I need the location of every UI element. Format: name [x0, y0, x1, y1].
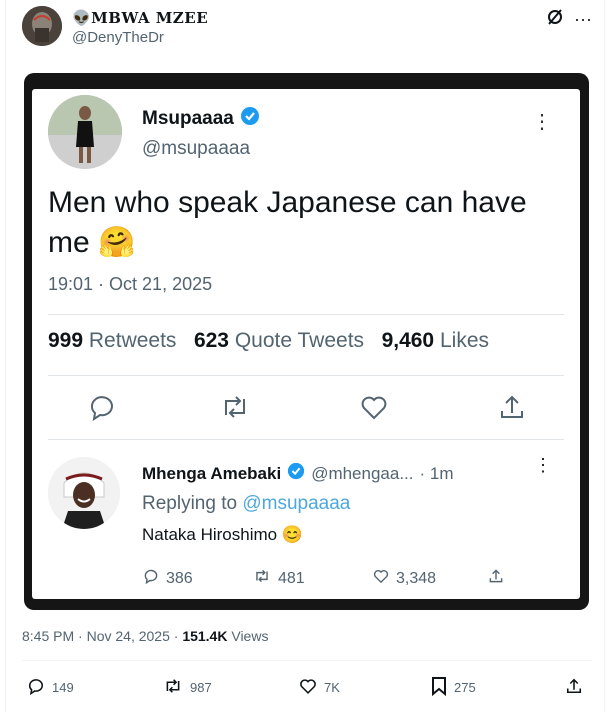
verified-icon: [240, 106, 260, 132]
reply-replies-count: 386: [166, 569, 193, 587]
like-icon: [358, 391, 390, 428]
replying-to: Replying to @msupaaaa: [142, 493, 350, 515]
reply-time: · 1m: [419, 463, 454, 483]
reply-text: Nataka Hiroshimo 😊: [142, 525, 303, 544]
reply-handle: @mhengaa...: [311, 463, 414, 483]
post-actions: 149 987 7K 275: [22, 676, 592, 700]
reply-likes-count: 3,348: [396, 569, 437, 587]
reply-actions: 386 481 3,348: [142, 567, 522, 589]
grok-icon[interactable]: [546, 8, 564, 31]
retweets-label: Retweets: [88, 329, 177, 352]
share-icon: [496, 391, 528, 428]
quoted-name: Msupaaaa: [142, 108, 234, 129]
author-handle[interactable]: @DenyTheDr: [72, 29, 164, 46]
divider: [48, 439, 564, 440]
share-button[interactable]: [564, 676, 584, 699]
quoted-actions: [48, 391, 564, 427]
more-icon: ⋮: [534, 455, 552, 475]
more-icon[interactable]: ···: [574, 9, 592, 30]
quoted-stats: 999 Retweets 623 Quote Tweets 9,460 Like…: [48, 329, 489, 353]
bookmark-icon: [430, 676, 448, 699]
retweets-count: 999: [48, 329, 84, 352]
likes-count: 9,460: [381, 329, 435, 352]
quoted-timestamp: 19:01 · Oct 21, 2025: [48, 274, 213, 294]
reply-button[interactable]: 149: [26, 676, 74, 699]
views-label: Views: [227, 628, 269, 644]
post-header: 👽MBWA MZEE @DenyTheDr ···: [22, 6, 592, 50]
share-icon: [487, 567, 505, 585]
divider: [48, 375, 564, 376]
like-count: 7K: [324, 680, 340, 695]
post-meta: 8:45 PM · Nov 24, 2025 · 151.4K Views: [22, 628, 268, 644]
reply-name: Mhenga Amebaki: [142, 463, 282, 483]
reply-likes: 3,348: [372, 567, 436, 590]
reply-retweets: 481: [252, 567, 305, 590]
replying-prefix: Replying to: [142, 493, 243, 514]
repost-button[interactable]: 987: [162, 676, 212, 699]
quoted-text: Men who speak Japanese can have me 🤗: [48, 186, 527, 259]
reply-avatar: [48, 457, 120, 529]
quoted-handle: @msupaaaa: [142, 138, 251, 159]
like-icon: [372, 567, 390, 590]
reply-count: 149: [52, 680, 74, 695]
divider: [22, 660, 592, 661]
quoted-avatar: [48, 95, 122, 169]
bookmark-count: 275: [454, 680, 476, 695]
author-name[interactable]: 👽MBWA MZEE: [72, 9, 208, 27]
more-icon: ⋮: [532, 111, 552, 133]
like-icon: [298, 676, 318, 699]
repost-count: 987: [190, 680, 212, 695]
reply-icon: [86, 391, 118, 428]
retweet-icon: [162, 676, 184, 699]
likes-label: Likes: [439, 329, 489, 352]
quoted-name-row: Msupaaaa: [142, 106, 260, 132]
reply-retweets-count: 481: [278, 569, 305, 587]
like-button[interactable]: 7K: [298, 676, 340, 699]
share-icon: [564, 676, 584, 699]
views-count: 151.4K: [182, 628, 228, 644]
retweet-icon: [252, 567, 272, 590]
retweet-icon: [218, 391, 252, 428]
quotes-label: Quote Tweets: [234, 329, 365, 352]
bookmark-button[interactable]: 275: [430, 676, 476, 699]
replying-handle: @msupaaaa: [242, 493, 351, 514]
reply-replies: 386: [142, 567, 193, 590]
reply-icon: [142, 567, 160, 590]
author-avatar[interactable]: [22, 6, 62, 46]
reply-header: Mhenga Amebaki @mhengaa... · 1m: [142, 462, 454, 485]
verified-icon: [287, 462, 305, 485]
quotes-count: 623: [193, 329, 229, 352]
reply-icon: [26, 676, 46, 699]
post-time[interactable]: 8:45 PM · Nov 24, 2025 ·: [22, 628, 182, 644]
divider: [48, 314, 564, 315]
embedded-tweet-screenshot: Msupaaaa @msupaaaa ⋮ Men who speak Japan…: [32, 89, 580, 599]
